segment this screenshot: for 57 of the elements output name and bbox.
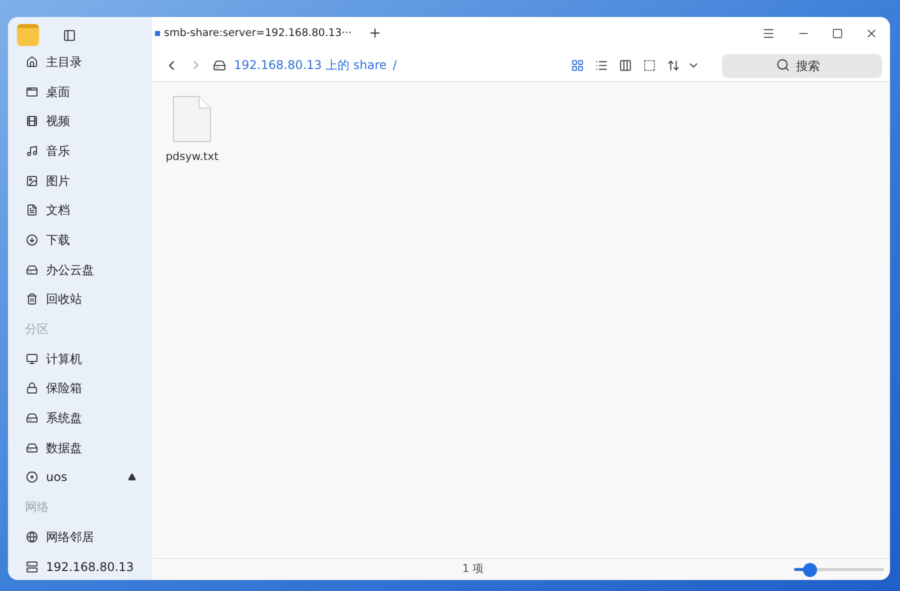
sidebar-item[interactable]: 视频 <box>8 106 152 136</box>
sidebar-item[interactable]: 下载 <box>8 225 152 255</box>
drive-icon <box>26 412 38 424</box>
sidebar-section-heading: 网络 <box>25 499 49 516</box>
zoom-slider[interactable] <box>794 562 884 576</box>
desktop-icon <box>26 86 38 98</box>
sidebar-item[interactable]: 保险箱 <box>8 374 152 404</box>
text-file-icon <box>172 95 212 143</box>
slider-thumb[interactable] <box>803 562 818 576</box>
disc-icon <box>26 471 38 484</box>
sidebar-item[interactable]: 计算机 <box>8 344 152 374</box>
grid-view-icon[interactable] <box>571 58 584 72</box>
menu-icon[interactable] <box>762 26 775 40</box>
folder-logo-icon <box>17 24 39 46</box>
sidebar-section-heading: 分区 <box>25 321 49 338</box>
sidebar-toggle-icon[interactable] <box>63 28 76 42</box>
globe-icon <box>26 530 38 543</box>
maximize-icon[interactable] <box>832 28 843 38</box>
sidebar-item[interactable]: 办公云盘 <box>8 254 152 284</box>
list-view-icon[interactable] <box>595 58 608 72</box>
film-icon <box>26 115 38 128</box>
item-count: 1 项 <box>462 561 484 578</box>
sidebar-item[interactable]: 音乐 <box>8 136 152 166</box>
drive-icon <box>213 58 226 72</box>
trash-icon <box>26 293 38 306</box>
sort-icon[interactable] <box>667 58 680 72</box>
drive-icon <box>26 442 38 454</box>
search-icon <box>776 58 790 72</box>
sidebar-item[interactable]: 数据盘 <box>8 432 152 463</box>
preview-icon[interactable] <box>643 58 656 72</box>
sidebar-item[interactable]: 文档 <box>8 195 152 226</box>
search-field[interactable]: 搜索 <box>722 54 882 78</box>
sidebar-item[interactable]: 主目录 <box>8 47 152 77</box>
server-icon <box>26 560 38 573</box>
lock-icon <box>26 382 38 394</box>
download-icon <box>26 234 38 246</box>
sidebar-item[interactable]: 系统盘 <box>8 403 152 433</box>
sidebar-item[interactable]: uos <box>8 462 152 492</box>
sidebar-item[interactable]: 桌面 <box>8 76 152 106</box>
breadcrumb-separator: / <box>392 57 397 74</box>
close-icon[interactable] <box>865 26 878 40</box>
image-icon <box>26 174 38 187</box>
sidebar-item[interactable]: 图片 <box>8 166 152 196</box>
eject-icon[interactable] <box>128 473 136 482</box>
active-tab-marker-icon <box>155 30 160 36</box>
sidebar-item[interactable]: 192.168.80.13 <box>8 552 152 580</box>
home-icon <box>26 56 38 68</box>
file-item[interactable]: pdsyw.txt <box>164 94 220 166</box>
music-icon <box>26 144 38 157</box>
drive-icon <box>26 264 38 276</box>
breadcrumb-path[interactable]: 192.168.80.13 上的 share <box>234 56 387 74</box>
sidebar-item[interactable]: 网络邻居 <box>8 522 152 552</box>
document-icon <box>26 204 38 216</box>
column-view-icon[interactable] <box>619 58 632 72</box>
new-tab-icon[interactable] <box>368 26 382 40</box>
monitor-icon <box>26 352 38 365</box>
sidebar-item[interactable]: 回收站 <box>8 284 152 314</box>
